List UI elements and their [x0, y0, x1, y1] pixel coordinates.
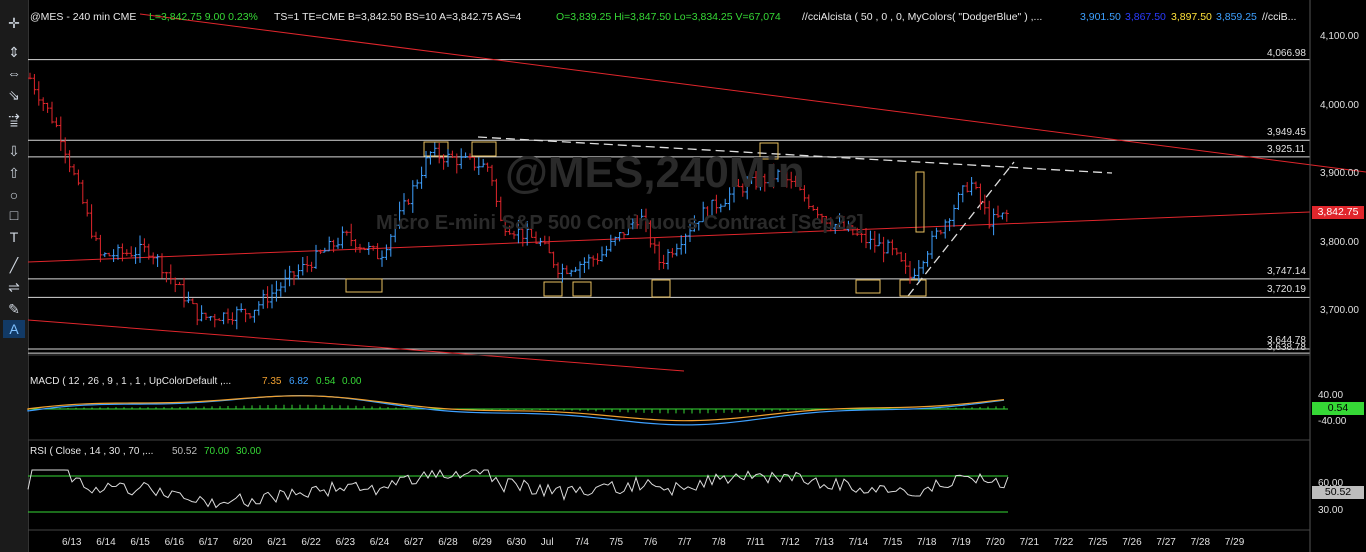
date-tick-label: 7/13	[814, 537, 834, 548]
date-tick-label: 6/27	[404, 537, 424, 548]
highlight-box	[651, 279, 671, 298]
rsi-value-1: 50.52	[172, 446, 198, 457]
macd-axis-label: 40.00	[1318, 390, 1344, 401]
header-value-1: 3,901.50	[1080, 11, 1121, 23]
rsi-value-3: 30.00	[236, 446, 262, 457]
date-tick-label: Jul	[540, 537, 554, 548]
price-axis-label: 3,800.00	[1320, 237, 1359, 248]
last-price-badge: 3,842.75	[1312, 206, 1364, 219]
date-tick-label: 7/5	[609, 537, 624, 548]
date-tick-label: 6/13	[62, 537, 82, 548]
macd-value-2: 6.82	[289, 376, 309, 387]
date-tick-label: 7/14	[848, 537, 869, 548]
date-tick-label: 6/28	[438, 537, 458, 548]
date-tick-label: 7/21	[1019, 537, 1040, 548]
date-tick-label: 7/27	[1156, 537, 1176, 548]
header-value-3: 3,897.50	[1171, 11, 1212, 23]
trendline	[27, 319, 685, 372]
date-tick-label: 6/16	[164, 537, 185, 548]
price-chart[interactable]	[0, 0, 1366, 552]
rsi-value-2: 70.00	[204, 446, 230, 457]
date-tick-label: 7/26	[1122, 537, 1142, 548]
header-info: TS=1 TE=CME B=3,842.50 BS=10 A=3,842.75 …	[274, 11, 522, 23]
highlight-box	[899, 279, 927, 297]
price-axis-label: 4,100.00	[1320, 31, 1359, 42]
highlight-box	[345, 278, 383, 293]
date-tick-label: 7/25	[1088, 537, 1108, 548]
date-tick-label: 6/23	[335, 537, 356, 548]
macd-label: MACD ( 12 , 26 , 9 , 1 , 1 , UpColorDefa…	[30, 376, 232, 387]
level-label: 3,720.19	[1267, 284, 1306, 295]
level-label: 3,747.14	[1267, 266, 1306, 277]
date-tick-label: 6/21	[267, 537, 287, 548]
rsi-axis-label: 30.00	[1318, 505, 1344, 516]
macd-value-3: 0.54	[316, 376, 336, 387]
date-tick-label: 7/4	[575, 537, 589, 548]
rsi-current-badge: 50.52	[1312, 486, 1364, 499]
macd-axis-label: -40.00	[1318, 416, 1347, 427]
date-tick-label: 7/19	[951, 537, 971, 548]
date-tick-label: 7/11	[746, 537, 765, 548]
macd-value-4: 0.00	[342, 376, 362, 387]
date-tick-label: 6/24	[369, 537, 390, 548]
macd-signal-line	[27, 395, 1005, 422]
macd-current-badge: 0.54	[1312, 402, 1364, 415]
date-tick-label: 7/15	[882, 537, 903, 548]
date-tick-label: 6/20	[233, 537, 253, 548]
level-label: 3,925.11	[1267, 144, 1306, 155]
level-label: 3,949.45	[1267, 127, 1306, 138]
highlight-box	[543, 281, 563, 297]
date-tick-label: 6/22	[301, 537, 321, 548]
date-tick-label: 6/30	[506, 537, 527, 548]
highlight-box	[915, 171, 925, 233]
header-tail: //cciB...	[1262, 11, 1297, 23]
date-tick-label: 7/8	[711, 537, 726, 548]
date-tick-label: 7/6	[643, 537, 658, 548]
price-axis-label: 3,900.00	[1320, 168, 1359, 179]
level-label: 3,638.78	[1267, 342, 1306, 353]
price-axis-label: 4,000.00	[1320, 100, 1359, 111]
rsi-label: RSI ( Close , 14 , 30 , 70 ,...	[30, 446, 154, 457]
date-tick-label: 7/12	[780, 537, 800, 548]
date-tick-label: 6/29	[472, 537, 492, 548]
date-tick-label: 7/22	[1053, 537, 1074, 548]
date-tick-label: 7/28	[1190, 537, 1211, 548]
date-tick-label: 6/15	[130, 537, 150, 548]
level-label: 4,066.98	[1267, 48, 1306, 59]
header-value-2: 3,867.50	[1125, 11, 1166, 23]
date-tick-label: 6/14	[96, 537, 116, 548]
macd-value-1: 7.35	[262, 376, 282, 387]
watermark-name: Micro E-mini S&P 500 Continuous Contract…	[376, 212, 864, 234]
date-tick-label: 7/7	[677, 537, 692, 548]
date-tick-label: 6/17	[198, 537, 219, 548]
header-study: //cciAlcista ( 50 , 0 , 0, MyColors( "Do…	[802, 11, 1043, 23]
watermark-symbol: @MES,240Min	[505, 148, 805, 197]
highlight-box	[471, 141, 497, 157]
header-symbol: @MES - 240 min CME	[30, 11, 137, 23]
date-tick-label: 7/29	[1224, 537, 1245, 548]
date-tick-label: 7/20	[985, 537, 1005, 548]
highlight-box	[423, 141, 449, 157]
highlight-box	[855, 279, 881, 294]
highlight-box	[572, 281, 592, 297]
date-tick-label: 7/18	[917, 537, 937, 548]
header-last: L=3,842.75 9.00 0.23%	[149, 11, 258, 23]
header-ohlc: O=3,839.25 Hi=3,847.50 Lo=3,834.25 V=67,…	[556, 11, 781, 23]
price-axis-label: 3,700.00	[1320, 305, 1359, 316]
header-value-4: 3,859.25	[1216, 11, 1257, 23]
